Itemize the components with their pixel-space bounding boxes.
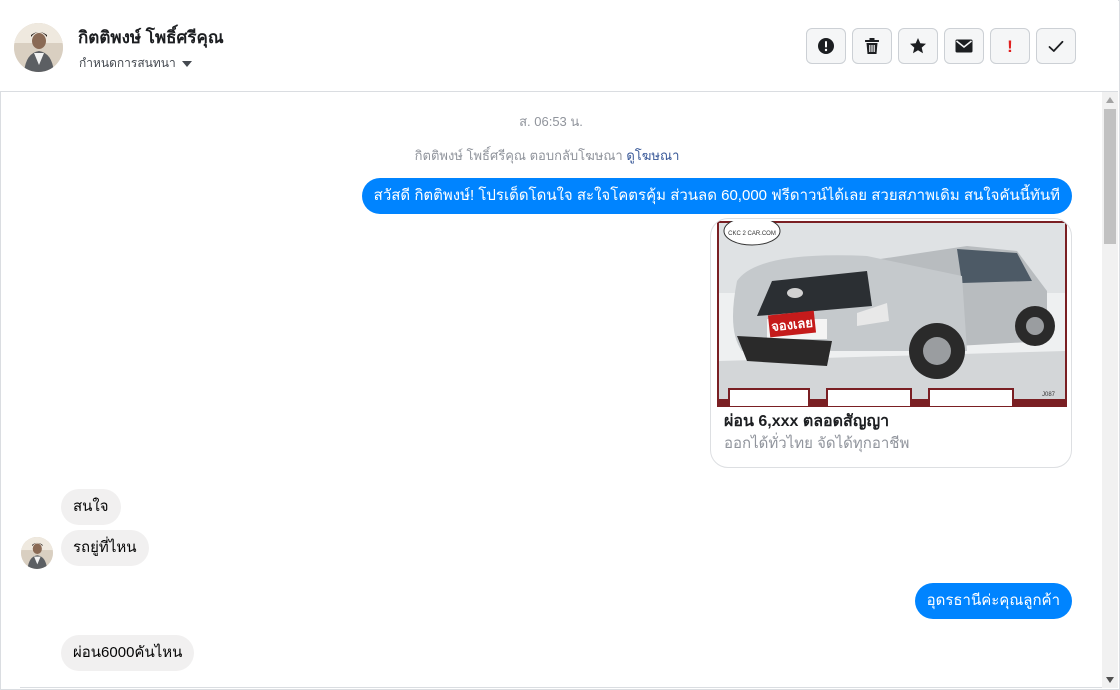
mark-important-button[interactable]: ! [990,28,1030,64]
caret-down-icon [181,60,192,67]
alert-circle-icon [818,38,834,54]
composer-divider [20,687,1102,688]
envelope-icon [955,39,973,53]
outgoing-message: อุดรธานีค่ะคุณลูกค้า [914,583,1072,619]
ad-reply-notice: กิตติพงษ์ โพธิ์ศรีคุณ ตอบกลับโฆษณา ดูโฆษ… [0,145,1094,166]
checkmark-icon [1048,40,1064,52]
star-button[interactable] [898,28,938,64]
trash-icon [865,38,879,54]
ad-image-logo: CKC 2 CAR.COM [728,231,776,237]
contact-name[interactable]: กิตติพงษ์ โพธิ์ศรีคุณ [78,24,224,51]
conversation-actions-toolbar: ! [806,28,1076,64]
scrollbar-thumb[interactable] [1104,109,1116,244]
incoming-message: ผ่อน6000คันไหน [61,635,195,671]
ad-car-image: จองเลย CKC 2 CAR.COM J087 [717,221,1067,407]
scroll-up-arrow-icon[interactable] [1106,97,1114,103]
incoming-message: สนใจ [61,489,121,525]
ad-card-subtitle: ออกได้ทั่วไทย จัดได้ทุกอาชีพ [724,435,910,452]
thread-scrollbar[interactable] [1102,92,1118,688]
incoming-message: รถยู่ที่ไหน [61,530,149,566]
delete-button[interactable] [852,28,892,64]
sender-avatar[interactable] [21,537,53,569]
exclamation-icon: ! [1007,36,1013,56]
mark-done-button[interactable] [1036,28,1076,64]
contact-avatar[interactable] [14,23,63,72]
outgoing-message-greeting: สวัสดี กิตติพงษ์! โปรเด็ดโดนใจ สะใจโคตรค… [361,178,1072,214]
spam-button[interactable] [806,28,846,64]
ad-reply-notice-text: กิตติพงษ์ โพธิ์ศรีคุณ ตอบกลับโฆษณา [414,148,623,163]
scroll-down-arrow-icon[interactable] [1106,677,1114,683]
message-thread[interactable]: ส. 06:53 น. กิตติพงษ์ โพธิ์ศรีคุณ ตอบกลั… [0,92,1102,688]
assign-conversation-label: กำหนดการสนทนา [79,56,176,70]
ad-image-code: J087 [1042,392,1056,398]
mark-unread-button[interactable] [944,28,984,64]
star-icon [910,38,926,54]
view-ad-link[interactable]: ดูโฆษณา [626,148,679,163]
ad-card[interactable]: จองเลย CKC 2 CAR.COM J087 ผ่อน 6,xxx ตลอ… [710,218,1072,468]
conversation-header: กิตติพงษ์ โพธิ์ศรีคุณ กำหนดการสนทนา ! [0,0,1118,92]
assign-conversation-dropdown[interactable]: กำหนดการสนทนา [79,54,192,73]
message-timestamp: ส. 06:53 น. [519,114,583,129]
